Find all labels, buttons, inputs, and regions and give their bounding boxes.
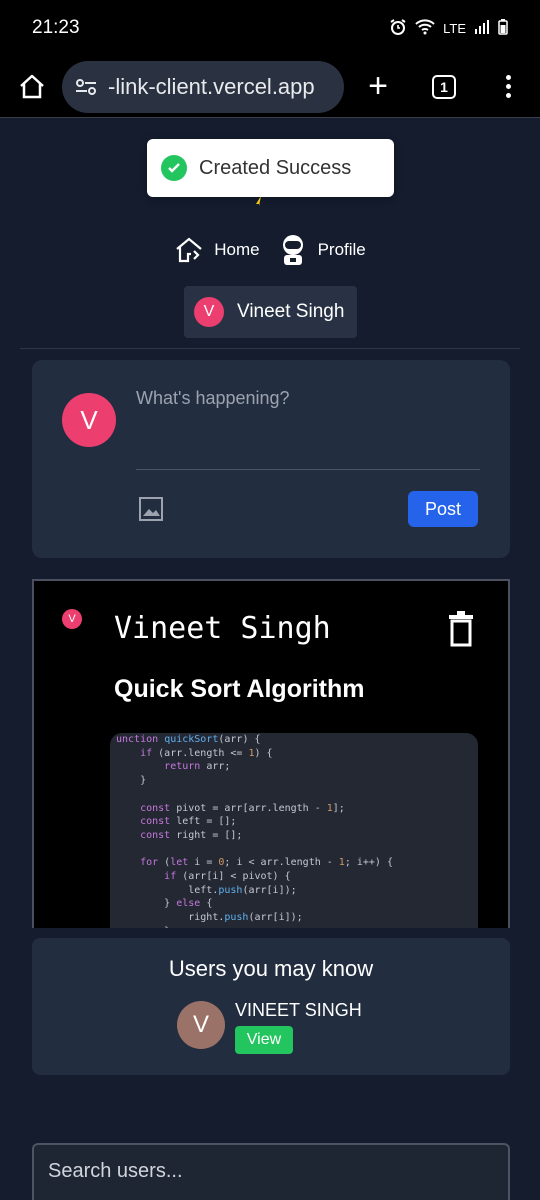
current-user-name: Vineet Singh: [237, 301, 345, 322]
suggested-users-heading: Users you may know: [168, 956, 374, 981]
wifi-icon: [415, 18, 435, 38]
post-author: Vineet Singh: [114, 611, 331, 646]
nav-home[interactable]: Home: [174, 235, 260, 265]
url-text: -link-client.vercel.app: [108, 73, 315, 99]
avatar: V: [62, 609, 82, 629]
nav-profile[interactable]: Profile: [278, 234, 366, 266]
home-icon[interactable]: [12, 67, 52, 107]
network-type-label: LTE: [443, 20, 466, 36]
avatar: V: [62, 393, 116, 447]
astronaut-icon: [282, 235, 303, 265]
search-users-input[interactable]: [32, 1143, 510, 1200]
new-tab-button[interactable]: +: [356, 65, 400, 109]
avatar: V: [177, 1001, 225, 1049]
alarm-icon: [389, 18, 407, 39]
divider: [20, 348, 520, 349]
spark-icon: [256, 196, 261, 206]
main-nav: Home Profile: [0, 234, 540, 266]
suggested-user-name: VINEET SINGH: [235, 1000, 362, 1020]
tab-count: 1: [432, 74, 456, 99]
signal-icon: [474, 19, 490, 37]
check-circle-icon: [161, 155, 187, 181]
post-composer: V Post: [32, 360, 510, 558]
suggested-users-panel: Users you may know V VINEET SINGH View: [32, 938, 510, 1075]
more-menu-icon[interactable]: [486, 65, 530, 109]
view-user-button[interactable]: View: [235, 1026, 293, 1054]
status-bar: 21:23 LTE: [0, 0, 540, 56]
battery-icon: [498, 18, 508, 38]
code-image: unction quickSort(arr) { if (arr.length …: [110, 733, 478, 928]
home-icon: [176, 237, 202, 263]
address-bar[interactable]: -link-client.vercel.app: [62, 60, 344, 113]
trash-icon[interactable]: [446, 611, 476, 647]
image-upload-icon[interactable]: [138, 496, 164, 522]
post-button[interactable]: Post: [408, 491, 478, 527]
post-card: V Vineet Singh Quick Sort Algorithm unct…: [32, 579, 510, 928]
nav-profile-label: Profile: [317, 240, 366, 259]
post-text-input[interactable]: [136, 388, 480, 470]
site-settings-icon[interactable]: [74, 75, 98, 99]
nav-home-label: Home: [214, 240, 260, 259]
status-time: 21:23: [32, 17, 80, 38]
browser-toolbar: -link-client.vercel.app + 1: [0, 56, 540, 118]
toast-message: Created Success: [199, 156, 352, 179]
avatar: V: [194, 297, 224, 327]
post-title: Quick Sort Algorithm: [114, 675, 365, 703]
tab-switcher-button[interactable]: 1: [422, 65, 466, 109]
success-toast: Created Success: [147, 139, 394, 197]
current-user-chip[interactable]: V Vineet Singh: [184, 286, 357, 338]
status-icons: LTE: [389, 18, 508, 39]
